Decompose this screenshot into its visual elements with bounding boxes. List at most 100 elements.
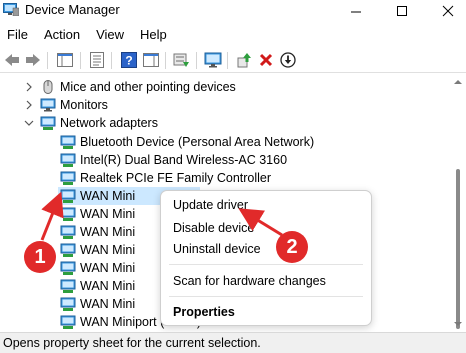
tree-item-adapter[interactable]: Realtek PCIe FE Family Controller xyxy=(60,169,271,187)
tree-item-label: Mice and other pointing devices xyxy=(60,80,236,94)
scrollbar-thumb[interactable] xyxy=(456,169,460,329)
action-pane-icon xyxy=(143,53,159,67)
tree-item-label: Monitors xyxy=(60,98,108,112)
toolbar-divider xyxy=(196,52,197,69)
scroll-down-icon[interactable] xyxy=(450,319,466,329)
context-item-scan-hardware[interactable]: Scan for hardware changes xyxy=(173,274,326,288)
network-adapter-icon xyxy=(60,297,76,311)
action-pane-button[interactable] xyxy=(141,50,161,70)
status-text: Opens property sheet for the current sel… xyxy=(3,336,261,350)
menu-divider xyxy=(169,264,363,265)
tree-item-label: WAN Mini xyxy=(80,243,136,257)
tree-item-label: Realtek PCIe FE Family Controller xyxy=(80,171,272,185)
uninstall-x-icon xyxy=(259,53,273,67)
maximize-icon xyxy=(397,6,407,16)
network-adapter-icon xyxy=(60,135,76,149)
chevron-right-icon[interactable] xyxy=(24,100,34,110)
tree-item-mice[interactable]: Mice and other pointing devices xyxy=(24,78,236,96)
network-adapter-icon xyxy=(60,243,76,257)
monitor-button[interactable] xyxy=(203,50,223,70)
svg-text:?: ? xyxy=(125,54,132,68)
tree-item-adapter[interactable]: WAN Mini xyxy=(60,205,135,223)
network-adapter-icon xyxy=(60,225,76,239)
context-item-disable-device[interactable]: Disable device xyxy=(173,221,254,235)
toolbar-divider xyxy=(80,52,81,69)
network-adapter-icon xyxy=(60,315,76,329)
vertical-scrollbar[interactable] xyxy=(450,74,466,332)
tree-item-adapter[interactable]: WAN Mini xyxy=(60,277,135,295)
tree-item-label: WAN Mini xyxy=(80,261,136,275)
help-icon: ? xyxy=(121,52,137,68)
minimize-button[interactable] xyxy=(334,0,378,22)
window-title: Device Manager xyxy=(25,2,120,17)
tree-item-adapter[interactable]: Bluetooth Device (Personal Area Network) xyxy=(60,133,314,151)
tree-item-monitors[interactable]: Monitors xyxy=(24,96,108,114)
uninstall-device-button[interactable] xyxy=(256,50,276,70)
menu-view[interactable]: View xyxy=(88,25,132,45)
context-item-update-driver[interactable]: Update driver xyxy=(173,198,248,212)
maximize-button[interactable] xyxy=(380,0,424,22)
network-adapter-icon xyxy=(60,189,76,203)
console-tree-icon xyxy=(57,53,73,67)
network-adapter-icon xyxy=(60,261,76,275)
toolbar-divider xyxy=(165,52,166,69)
close-button[interactable] xyxy=(426,0,466,22)
network-adapter-icon xyxy=(60,207,76,221)
menu-bar: File Action View Help xyxy=(0,25,466,45)
tree-item-adapter[interactable]: Intel(R) Dual Band Wireless-AC 3160 xyxy=(60,151,287,169)
monitor-icon xyxy=(204,52,222,68)
forward-button[interactable] xyxy=(23,50,43,70)
tree-item-adapter[interactable]: WAN Mini xyxy=(60,223,135,241)
scan-hardware-icon xyxy=(173,53,189,67)
annotation-badge-2: 2 xyxy=(276,231,308,263)
monitor-icon xyxy=(40,98,56,112)
tree-item-adapter[interactable]: WAN Mini xyxy=(60,241,135,259)
close-icon xyxy=(442,5,454,17)
properties-button[interactable] xyxy=(87,50,107,70)
network-adapter-icon xyxy=(60,279,76,293)
show-hide-console-tree-button[interactable] xyxy=(55,50,75,70)
context-item-uninstall-device[interactable]: Uninstall device xyxy=(173,242,261,256)
arrow-right-icon xyxy=(26,54,40,66)
toolbar-divider xyxy=(47,52,48,69)
toolbar: ? xyxy=(0,48,466,73)
device-manager-icon xyxy=(3,3,19,16)
help-button[interactable]: ? xyxy=(119,50,139,70)
tree-item-label: WAN Mini xyxy=(80,279,136,293)
menu-file[interactable]: File xyxy=(0,25,36,45)
scroll-up-icon[interactable] xyxy=(450,77,466,87)
context-menu: Update driver Disable device Uninstall d… xyxy=(160,190,372,326)
tree-item-label: WAN Mini xyxy=(80,225,136,239)
mouse-icon xyxy=(43,80,53,94)
tree-item-adapter[interactable]: WAN Mini xyxy=(60,259,135,277)
toolbar-divider xyxy=(111,52,112,69)
chevron-down-icon[interactable] xyxy=(24,118,34,128)
network-adapter-icon xyxy=(40,116,56,130)
annotation-badge-1: 1 xyxy=(24,241,56,273)
chevron-right-icon[interactable] xyxy=(24,82,34,92)
context-item-properties[interactable]: Properties xyxy=(173,305,235,319)
back-button[interactable] xyxy=(2,50,22,70)
enable-device-button[interactable] xyxy=(234,50,254,70)
tree-item-label: WAN Mini xyxy=(80,297,136,311)
title-bar: Device Manager xyxy=(0,0,466,22)
status-bar: Opens property sheet for the current sel… xyxy=(0,332,466,353)
scan-hardware-button[interactable] xyxy=(172,50,192,70)
menu-divider xyxy=(169,296,363,297)
tree-item-label: Network adapters xyxy=(60,116,158,130)
tree-item-label: Intel(R) Dual Band Wireless-AC 3160 xyxy=(80,153,288,167)
tree-item-adapter[interactable]: WAN Mini xyxy=(60,295,135,313)
menu-help[interactable]: Help xyxy=(132,25,175,45)
menu-action[interactable]: Action xyxy=(36,25,88,45)
tree-item-label: WAN Mini xyxy=(80,189,136,203)
properties-icon xyxy=(90,52,104,68)
tree-item-label: WAN Mini xyxy=(80,207,136,221)
toolbar-divider xyxy=(227,52,228,69)
disable-device-button[interactable] xyxy=(278,50,298,70)
network-adapter-icon xyxy=(60,153,76,167)
enable-device-icon xyxy=(237,53,251,68)
minimize-icon xyxy=(351,11,361,13)
download-circle-icon xyxy=(280,52,296,68)
arrow-left-icon xyxy=(5,54,19,66)
tree-item-network-adapters[interactable]: Network adapters xyxy=(24,114,158,132)
